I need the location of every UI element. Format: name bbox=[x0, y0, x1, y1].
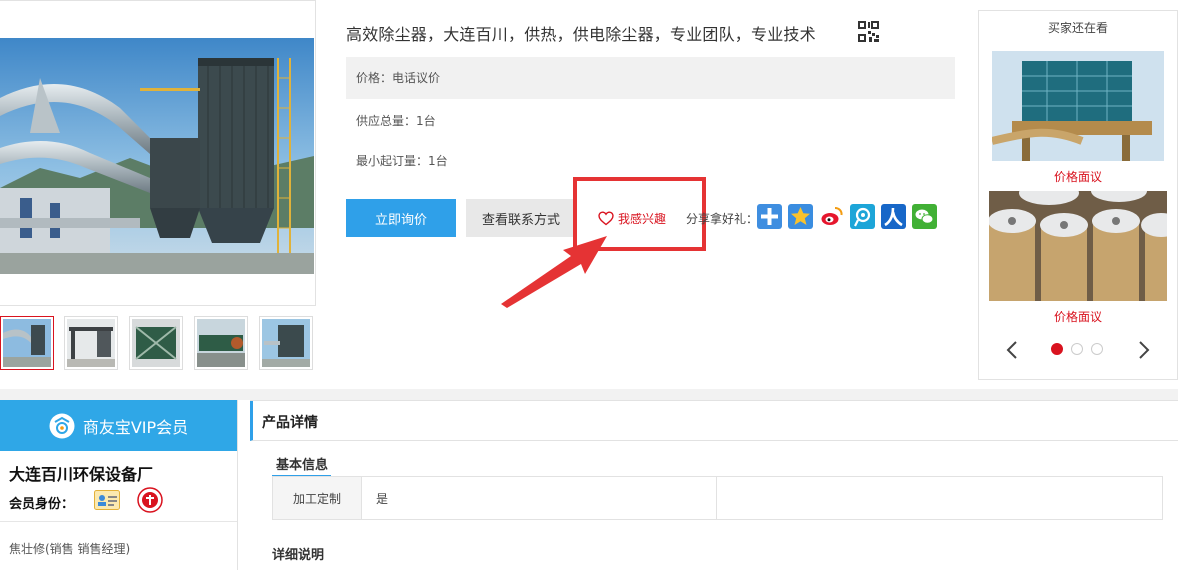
product-detail-section: 产品详情 基本信息 加工定制 是 详细说明 bbox=[250, 400, 1178, 570]
contact-person: 焦壮修(销售 销售经理) bbox=[9, 542, 131, 556]
chevron-left-icon[interactable] bbox=[1005, 341, 1019, 359]
weibo-icon[interactable] bbox=[819, 204, 844, 229]
attribute-table: 加工定制 是 bbox=[272, 476, 1163, 520]
supply-total: 供应总量：1台 bbox=[356, 114, 436, 128]
vip-logo-icon bbox=[49, 413, 75, 438]
vip-label: 商友宝VIP会员 bbox=[82, 417, 189, 437]
side-item-1-photo bbox=[992, 51, 1164, 161]
product-detail-title: 产品详情 bbox=[262, 415, 318, 431]
side-item-2-image[interactable] bbox=[989, 191, 1167, 301]
thumbnail-3-image bbox=[132, 319, 180, 367]
thumbnail-1[interactable] bbox=[0, 316, 54, 370]
vip-member-bar: 商友宝VIP会员 bbox=[0, 400, 237, 451]
carousel-dots bbox=[1051, 343, 1103, 355]
plus-share-icon[interactable] bbox=[757, 204, 782, 229]
detail-description-heading: 详细说明 bbox=[272, 548, 325, 563]
member-identity-label: 会员身份： bbox=[9, 497, 75, 512]
section-divider bbox=[0, 389, 1178, 400]
buyers-also-view-panel: 买家还在看 价格面议 价格面议 bbox=[978, 10, 1178, 380]
renren-icon[interactable] bbox=[881, 204, 906, 229]
carousel-dot-3[interactable] bbox=[1091, 343, 1103, 355]
thumbnail-4[interactable] bbox=[194, 316, 248, 370]
thumbnail-4-image bbox=[197, 319, 245, 367]
side-item-1-price[interactable]: 价格面议 bbox=[979, 168, 1177, 185]
qr-code-icon[interactable] bbox=[857, 20, 880, 43]
id-card-badge-icon[interactable] bbox=[94, 490, 120, 510]
thumbnail-2-image bbox=[67, 319, 115, 367]
main-product-image[interactable] bbox=[0, 0, 316, 306]
attribute-empty-cell bbox=[717, 477, 1162, 519]
side-item-2-price[interactable]: 价格面议 bbox=[979, 308, 1177, 325]
thumbnail-2[interactable] bbox=[64, 316, 118, 370]
certified-seal-icon[interactable] bbox=[137, 487, 163, 513]
chevron-right-icon[interactable] bbox=[1137, 341, 1151, 359]
attribute-key: 加工定制 bbox=[273, 477, 362, 519]
price-row: 价格：电话议价 bbox=[346, 57, 955, 99]
side-panel-title: 买家还在看 bbox=[1047, 21, 1108, 35]
carousel-dot-1[interactable] bbox=[1051, 343, 1063, 355]
min-order: 最小起订量：1台 bbox=[356, 154, 448, 168]
company-separator bbox=[0, 521, 237, 522]
share-label: 分享拿好礼： bbox=[686, 212, 759, 226]
side-item-2-photo bbox=[989, 191, 1167, 301]
share-icon-group bbox=[757, 204, 937, 229]
heart-icon bbox=[598, 210, 614, 225]
attribute-value: 是 bbox=[362, 477, 717, 519]
thumbnail-1-image bbox=[3, 319, 51, 367]
thumbnail-5[interactable] bbox=[259, 316, 313, 370]
qzone-icon[interactable] bbox=[788, 204, 813, 229]
thumbnail-5-image bbox=[262, 319, 310, 367]
interest-label: 我感兴趣 bbox=[618, 211, 667, 226]
company-name[interactable]: 大连百川环保设备厂 bbox=[9, 461, 153, 485]
product-title: 高效除尘器，大连百川，供热，供电除尘器，专业团队，专业技术 bbox=[346, 25, 816, 44]
company-card: 商友宝VIP会员 大连百川环保设备厂 会员身份： 焦壮修(销售 销售经理) bbox=[0, 400, 238, 570]
annotation-arrow-icon bbox=[501, 236, 607, 308]
inquiry-button[interactable]: 立即询价 bbox=[346, 199, 456, 237]
view-contact-button[interactable]: 查看联系方式 bbox=[466, 199, 576, 237]
wechat-icon[interactable] bbox=[912, 204, 937, 229]
carousel-dot-2[interactable] bbox=[1071, 343, 1083, 355]
thumbnail-3[interactable] bbox=[129, 316, 183, 370]
product-detail-header: 产品详情 bbox=[250, 401, 1178, 441]
side-item-1-image[interactable] bbox=[992, 51, 1164, 161]
dust-collector-photo bbox=[0, 38, 314, 274]
tencent-weibo-icon[interactable] bbox=[850, 204, 875, 229]
tab-basic-info[interactable]: 基本信息 bbox=[272, 454, 332, 477]
interest-button[interactable]: 我感兴趣 bbox=[598, 209, 666, 227]
